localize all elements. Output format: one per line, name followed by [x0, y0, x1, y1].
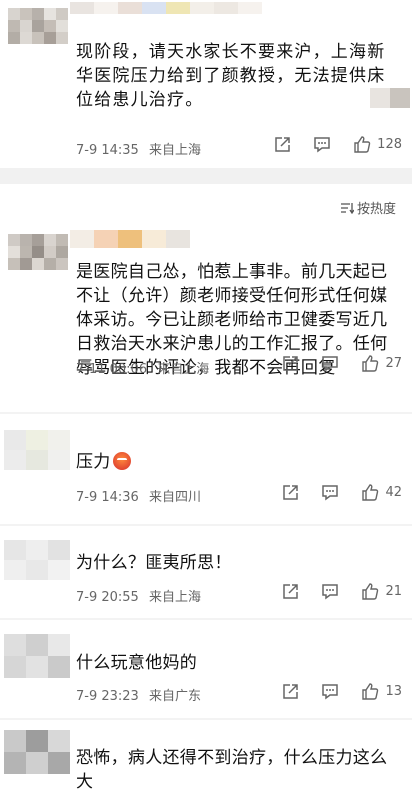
share-icon [283, 485, 299, 500]
blurred-avatar [8, 234, 68, 270]
comment-text: 为什么？匪夷所思！ [76, 553, 232, 573]
blurred-avatar [4, 540, 70, 580]
blurred-avatar [8, 8, 68, 44]
thumbs-up-icon [362, 583, 379, 600]
comment-icon [322, 356, 339, 372]
share-button[interactable] [282, 583, 299, 600]
comment-time: 7-9 14:36 [76, 490, 139, 505]
comment-icon [322, 584, 339, 600]
reply-button[interactable] [321, 355, 339, 372]
comment-time: 7-9 14:35 [76, 143, 139, 158]
comment-icon [314, 137, 330, 153]
like-button[interactable]: 13 [361, 683, 402, 700]
thumbs-up-icon [362, 683, 379, 700]
section-separator [0, 168, 412, 184]
share-icon [275, 137, 290, 152]
like-count: 42 [385, 485, 402, 500]
sort-button[interactable]: 按热度 [340, 198, 396, 217]
comment-card: 什么玩意他妈的 7-9 23:23 来自广东 13 [0, 620, 412, 720]
reply-button[interactable] [321, 583, 339, 600]
blurred-username [70, 230, 190, 248]
comment-actions: 42 [260, 484, 402, 501]
comment-time: 7-9 20:55 [76, 590, 139, 605]
comment-actions: 13 [260, 683, 402, 700]
blurred-avatar [4, 730, 70, 774]
like-button[interactable]: 42 [361, 484, 402, 501]
comment-card: 为什么？匪夷所思！ 7-9 20:55 来自上海 21 [0, 526, 412, 618]
comment-card: 压力 7-9 14:36 来自四川 42 [0, 414, 412, 524]
thumbs-up-icon [362, 355, 379, 372]
blurred-avatar [4, 634, 70, 678]
like-count: 21 [385, 584, 402, 599]
comment-actions: 21 [260, 583, 402, 600]
reply-button[interactable] [321, 683, 339, 700]
like-count: 128 [377, 137, 402, 152]
comment-location: 来自四川 [148, 490, 201, 505]
comment-text: 现阶段，请天水家长不要来沪，上海新华医院压力给到了颜教授，无法提供床位给患儿治疗… [76, 42, 386, 110]
thumbs-up-icon [362, 484, 379, 501]
comment-text-content: 压力 [76, 452, 111, 472]
comment-location: 来自上海 [157, 362, 210, 377]
sort-label: 按热度 [356, 202, 396, 217]
comment-meta: 7-9 20:55 来自上海 [76, 586, 207, 605]
share-icon [283, 356, 299, 371]
comment-icon [322, 684, 339, 700]
comment-location: 来自广东 [148, 689, 201, 704]
comment-card: 现阶段，请天水家长不要来沪，上海新华医院压力给到了颜教授，无法提供床位给患儿治疗… [0, 0, 412, 168]
sort-icon [340, 202, 354, 214]
share-button[interactable] [274, 136, 291, 153]
comment-actions: 27 [260, 355, 402, 372]
thumbs-up-icon [354, 136, 371, 153]
comment-meta: 7-9 23:23 来自广东 [76, 685, 207, 704]
share-icon [283, 584, 299, 599]
share-icon [283, 684, 299, 699]
comment-meta: 7-9 14:35 来自上海 [76, 139, 207, 158]
comment-text: 压力 [76, 450, 398, 474]
comment-meta: 7-9 14:36 来自四川 [76, 486, 207, 505]
comment-location: 来自上海 [148, 143, 201, 158]
reply-button[interactable] [313, 136, 331, 153]
angry-face-icon [112, 452, 131, 470]
like-count: 13 [385, 684, 402, 699]
comment-card: 恐怖，病人还得不到治疗，什么压力这么大 [0, 720, 412, 800]
comment-icon [322, 485, 339, 501]
share-button[interactable] [282, 355, 299, 372]
comment-actions: 128 [252, 136, 402, 153]
like-button[interactable]: 128 [353, 136, 402, 153]
comment-card: 是医院自己怂，怕惹上事非。前几天起已不让（允许）颜老师接受任何形式任何媒体采访。… [0, 222, 412, 410]
comment-meta: 7-11 00:06 来自上海 [76, 358, 215, 377]
reply-button[interactable] [321, 484, 339, 501]
blurred-username [70, 2, 410, 14]
like-button[interactable]: 27 [361, 355, 402, 372]
comment-time: 7-9 23:23 [76, 689, 139, 704]
comment-time: 7-11 00:06 [76, 362, 148, 377]
like-button[interactable]: 21 [361, 583, 402, 600]
share-button[interactable] [282, 683, 299, 700]
share-button[interactable] [282, 484, 299, 501]
comment-text: 恐怖，病人还得不到治疗，什么压力这么大 [76, 748, 388, 792]
like-count: 27 [385, 356, 402, 371]
comment-location: 来自上海 [148, 590, 201, 605]
comment-text: 什么玩意他妈的 [76, 653, 198, 673]
blurred-avatar [4, 430, 70, 470]
